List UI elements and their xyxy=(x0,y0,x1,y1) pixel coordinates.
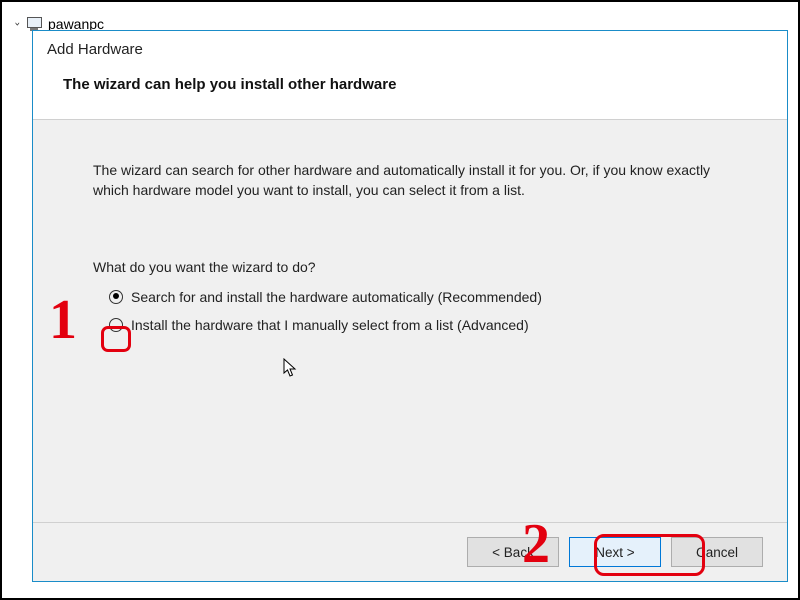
radio-option-auto[interactable]: Search for and install the hardware auto… xyxy=(109,289,727,305)
radio-auto-label: Search for and install the hardware auto… xyxy=(131,289,542,305)
wizard-question: What do you want the wizard to do? xyxy=(93,259,727,275)
computer-icon xyxy=(26,17,42,31)
radio-manual-label: Install the hardware that I manually sel… xyxy=(131,317,529,333)
radio-option-manual[interactable]: Install the hardware that I manually sel… xyxy=(109,317,727,333)
dialog-subtitle: The wizard can help you install other ha… xyxy=(33,66,787,119)
mouse-cursor-icon xyxy=(283,358,299,378)
annotation-number-1: 1 xyxy=(49,288,77,352)
dialog-title: Add Hardware xyxy=(33,31,787,66)
intro-text: The wizard can search for other hardware… xyxy=(93,160,723,201)
radio-auto-input[interactable] xyxy=(109,290,123,304)
next-button[interactable]: Next > xyxy=(569,537,661,567)
back-button[interactable]: < Back xyxy=(467,537,559,567)
button-bar: < Back Next > Cancel xyxy=(33,522,787,581)
radio-group: Search for and install the hardware auto… xyxy=(109,289,727,333)
dialog-content: The wizard can search for other hardware… xyxy=(33,120,787,522)
add-hardware-dialog: Add Hardware The wizard can help you ins… xyxy=(32,30,788,582)
chevron-down-icon: › xyxy=(12,22,23,26)
cancel-button[interactable]: Cancel xyxy=(671,537,763,567)
radio-manual-input[interactable] xyxy=(109,318,123,332)
